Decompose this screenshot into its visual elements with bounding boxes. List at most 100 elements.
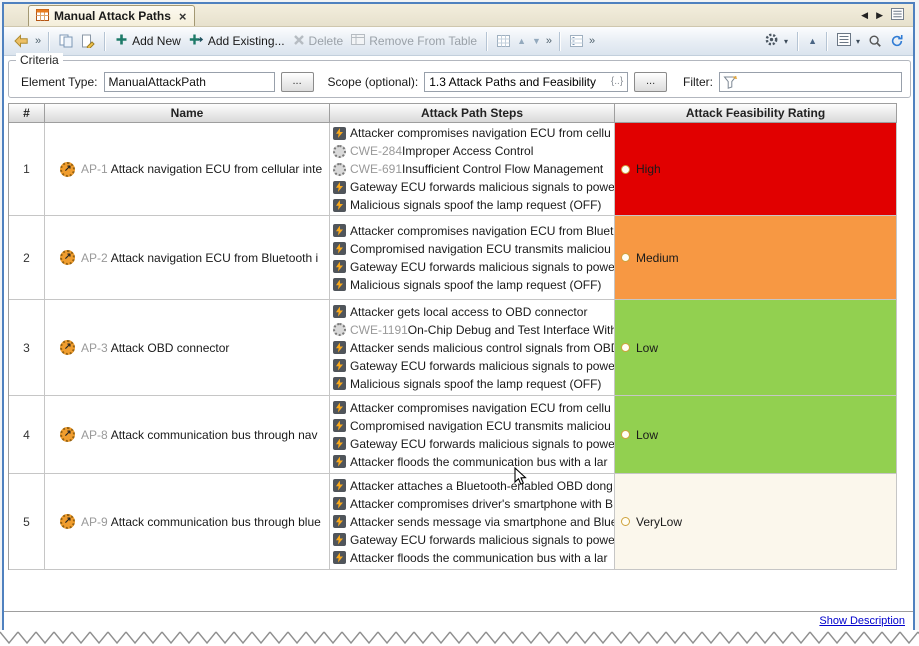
- row-name-cell[interactable]: AP-3 Attack OBD connector: [45, 300, 330, 395]
- row-number: 2: [23, 250, 30, 265]
- attack-step-item[interactable]: Attacker compromises navigation ECU from…: [333, 222, 614, 240]
- attack-step-item[interactable]: Compromised navigation ECU transmits mal…: [333, 417, 614, 435]
- column-header-name[interactable]: Name: [45, 104, 330, 122]
- attack-path-steps-cell[interactable]: Attacker compromises navigation ECU from…: [330, 216, 615, 299]
- rating-dot-icon: [621, 253, 630, 262]
- attack-step-item[interactable]: Attacker compromises driver's smartphone…: [333, 495, 614, 513]
- attack-step-item[interactable]: Compromised navigation ECU transmits mal…: [333, 240, 614, 258]
- attack-path-steps-cell[interactable]: Attacker attaches a Bluetooth-enabled OB…: [330, 474, 615, 569]
- add-existing-button[interactable]: Add Existing...: [185, 31, 289, 51]
- table-row[interactable]: 4 AP-8 Attack communication bus through …: [9, 396, 897, 474]
- move-down-icon[interactable]: ▼: [529, 36, 544, 46]
- attack-step-item[interactable]: Malicious signals spoof the lamp request…: [333, 276, 614, 294]
- element-name: Attack communication bus through nav: [110, 427, 318, 442]
- table-icon: [36, 8, 49, 24]
- refresh-button[interactable]: [886, 32, 908, 50]
- attack-step-item[interactable]: Gateway ECU forwards malicious signals t…: [333, 435, 614, 453]
- attack-step-item[interactable]: Attacker floods the communication bus wi…: [333, 453, 614, 471]
- attack-step-icon: [333, 401, 346, 414]
- tab-list-icon[interactable]: [891, 7, 904, 23]
- step-text: Attacker compromises driver's smartphone…: [350, 496, 614, 511]
- numbering-button[interactable]: [566, 33, 587, 49]
- filter-field[interactable]: [719, 71, 903, 92]
- add-new-button[interactable]: Add New: [111, 31, 185, 51]
- view-menu-button[interactable]: ▾: [833, 31, 864, 51]
- row-name-cell[interactable]: AP-8 Attack communication bus through na…: [45, 396, 330, 473]
- column-header-steps[interactable]: Attack Path Steps: [330, 104, 615, 122]
- filter-input[interactable]: [738, 72, 902, 91]
- cwe-icon: [333, 144, 346, 158]
- scope-input[interactable]: [425, 72, 607, 91]
- rating-cell[interactable]: Low: [615, 396, 897, 473]
- overflow-icon[interactable]: »: [33, 35, 43, 47]
- attack-step-icon: [333, 533, 346, 546]
- overflow-icon[interactable]: »: [544, 35, 554, 47]
- table-row[interactable]: 5 AP-9 Attack communication bus through …: [9, 474, 897, 570]
- rating-cell[interactable]: High: [615, 123, 897, 215]
- criteria-group: Criteria Element Type: ... Scope (option…: [8, 53, 911, 98]
- expression-icon: {..}: [610, 76, 624, 87]
- overflow-icon[interactable]: »: [587, 35, 597, 47]
- attack-step-item[interactable]: Malicious signals spoof the lamp request…: [333, 375, 614, 393]
- column-header-rating[interactable]: Attack Feasibility Rating: [615, 104, 897, 122]
- back-button[interactable]: [9, 32, 33, 50]
- attack-step-item[interactable]: Attacker sends malicious control signals…: [333, 339, 614, 357]
- row-name-cell[interactable]: AP-9 Attack communication bus through bl…: [45, 474, 330, 569]
- tab-manual-attack-paths[interactable]: Manual Attack Paths ×: [28, 5, 195, 26]
- attack-step-item[interactable]: CWE-691 Insufficient Control Flow Manage…: [333, 160, 614, 178]
- scope-field[interactable]: {..}: [424, 71, 629, 92]
- attack-step-icon: [333, 278, 346, 291]
- tab-title: Manual Attack Paths: [54, 9, 171, 23]
- row-name-cell[interactable]: AP-2 Attack navigation ECU from Bluetoot…: [45, 216, 330, 299]
- delete-button[interactable]: Delete: [289, 32, 348, 51]
- copy-rows-button[interactable]: [55, 32, 77, 50]
- element-type-browse-button[interactable]: ...: [280, 71, 314, 92]
- attack-step-item[interactable]: Attacker sends message via smartphone an…: [333, 513, 614, 531]
- remove-from-table-button[interactable]: Remove From Table: [347, 31, 481, 51]
- attack-step-item[interactable]: Attacker compromises navigation ECU from…: [333, 399, 614, 417]
- attack-path-steps-cell[interactable]: Attacker gets local access to OBD connec…: [330, 300, 615, 395]
- close-icon[interactable]: ×: [179, 10, 187, 23]
- attack-step-item[interactable]: CWE-1191 On-Chip Debug and Test Interfac…: [333, 321, 614, 339]
- table-row[interactable]: 2 AP-2 Attack navigation ECU from Blueto…: [9, 216, 897, 300]
- attack-step-item[interactable]: Attacker attaches a Bluetooth-enabled OB…: [333, 477, 614, 495]
- attack-step-item[interactable]: Gateway ECU forwards malicious signals t…: [333, 178, 614, 196]
- toolbar: » Add New Add Existing... Delete Remove …: [4, 27, 913, 56]
- columns-button[interactable]: [493, 33, 514, 49]
- attack-path-icon: [60, 161, 75, 177]
- row-number: 1: [23, 162, 30, 176]
- attack-step-item[interactable]: Gateway ECU forwards malicious signals t…: [333, 531, 614, 549]
- attack-step-item[interactable]: Attacker compromises navigation ECU from…: [333, 124, 614, 142]
- cwe-id: CWE-284: [350, 144, 403, 158]
- attack-path-steps-cell[interactable]: Attacker compromises navigation ECU from…: [330, 123, 615, 215]
- table-row[interactable]: 3 AP-3 Attack OBD connector Attacker get…: [9, 300, 897, 396]
- criteria-legend: Criteria: [16, 53, 63, 67]
- rating-cell[interactable]: VeryLow: [615, 474, 897, 569]
- gear-button[interactable]: ▾: [760, 30, 792, 52]
- move-up-icon[interactable]: ▲: [514, 36, 529, 46]
- attack-step-item[interactable]: Attacker floods the communication bus wi…: [333, 549, 614, 567]
- step-text: Insufficient Control Flow Management: [402, 162, 604, 176]
- cwe-icon: [333, 162, 346, 176]
- attack-path-icon: [60, 427, 75, 442]
- scope-browse-button[interactable]: ...: [634, 71, 668, 92]
- rating-cell[interactable]: Medium: [615, 216, 897, 299]
- show-description-link[interactable]: Show Description: [819, 615, 905, 627]
- attack-path-steps-cell[interactable]: Attacker compromises navigation ECU from…: [330, 396, 615, 473]
- attack-step-item[interactable]: Gateway ECU forwards malicious signals t…: [333, 258, 614, 276]
- edit-document-button[interactable]: [77, 32, 99, 50]
- attack-step-item[interactable]: Gateway ECU forwards malicious signals t…: [333, 357, 614, 375]
- search-button[interactable]: [864, 32, 886, 50]
- attack-step-item[interactable]: CWE-284 Improper Access Control: [333, 142, 614, 160]
- attack-step-item[interactable]: Malicious signals spoof the lamp request…: [333, 196, 614, 214]
- table-row[interactable]: 1 AP-1 Attack navigation ECU from cellul…: [9, 123, 897, 216]
- scroll-left-icon[interactable]: ◀: [861, 10, 868, 21]
- attack-step-item[interactable]: Attacker gets local access to OBD connec…: [333, 303, 614, 321]
- column-header-number[interactable]: #: [9, 104, 45, 122]
- row-name-cell[interactable]: AP-1 Attack navigation ECU from cellular…: [45, 123, 330, 215]
- rating-cell[interactable]: Low: [615, 300, 897, 395]
- collapse-icon[interactable]: ▲: [804, 36, 821, 46]
- scroll-right-icon[interactable]: ▶: [876, 10, 883, 21]
- element-type-input[interactable]: [103, 71, 275, 92]
- row-number: 5: [23, 514, 30, 529]
